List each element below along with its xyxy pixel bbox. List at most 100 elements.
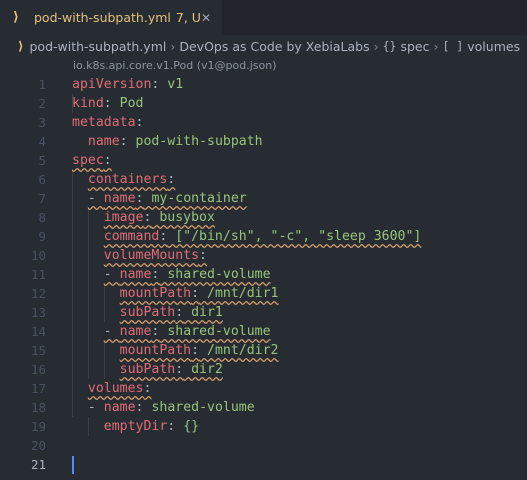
line-number: 18 (30, 400, 46, 415)
line-code: volumes: (72, 379, 152, 398)
code-line[interactable]: 18 - name: shared-volume (0, 398, 527, 417)
yaml-colon: : (199, 248, 207, 263)
yaml-file-icon: ⟩ (18, 39, 24, 53)
yaml-value: ["/bin/sh", "-c", "sleep 3600"] (167, 229, 422, 244)
yaml-value: v1 (159, 77, 184, 92)
list-dash: - (103, 324, 120, 339)
code-line[interactable]: 15 mountPath: /mnt/dir2 (0, 341, 527, 360)
tab-bar: ⟩ pod-with-subpath.yml 7, U ✕ (0, 0, 527, 35)
yaml-key: name (87, 134, 120, 149)
yaml-key: emptyDir (103, 419, 168, 434)
code-line[interactable]: 21 (0, 455, 527, 474)
line-code: - name: shared-volume (72, 398, 255, 417)
line-number: 8 (38, 210, 46, 225)
breadcrumb-schema[interactable]: DevOps as Code by XebiaLabs (179, 39, 369, 54)
yaml-key: apiVersion (72, 77, 152, 92)
line-code: name: pod-with-subpath (72, 132, 263, 151)
yaml-key: metadata (72, 115, 136, 130)
yaml-value: {} (175, 419, 200, 434)
close-icon[interactable]: ✕ (201, 11, 211, 25)
line-number: 9 (38, 229, 46, 244)
tab-problem-badge: 7, U (175, 10, 201, 25)
line-code: subPath: dir2 (72, 360, 223, 379)
list-dash: - (103, 267, 120, 282)
yaml-value: pod-with-subpath (127, 134, 263, 149)
code-line[interactable]: 17 volumes: (0, 379, 527, 398)
line-number: 7 (38, 191, 46, 206)
code-line[interactable]: 8 image: busybox (0, 208, 527, 227)
schema-codelens[interactable]: io.k8s.api.core.v1.Pod (v1@pod.json) (73, 57, 277, 75)
line-code: kind: Pod (72, 94, 143, 113)
breadcrumb-file[interactable]: pod-with-subpath.yml (29, 39, 166, 54)
code-line[interactable]: 9 command: ["/bin/sh", "-c", "sleep 3600… (0, 227, 527, 246)
code-line[interactable]: 7 - name: my-container (0, 189, 527, 208)
line-code: apiVersion: v1 (72, 75, 183, 94)
code-line[interactable]: 10 volumeMounts: (0, 246, 527, 265)
breadcrumb: ⟩ pod-with-subpath.yml › DevOps as Code … (0, 35, 527, 57)
code-line[interactable]: 3 metadata: (0, 113, 527, 132)
line-code: image: busybox (72, 208, 215, 227)
yaml-key: volumeMounts (103, 248, 200, 263)
code-line[interactable]: 14 - name: shared-volume (0, 322, 527, 341)
array-symbol-icon: [ ] (442, 39, 464, 53)
line-code: metadata: (72, 113, 143, 132)
line-code: volumeMounts: (72, 246, 207, 265)
tab-filename: pod-with-subpath.yml (34, 10, 171, 25)
chevron-right-icon: › (170, 38, 176, 54)
line-code: mountPath: /mnt/dir2 (72, 341, 279, 360)
code-editor[interactable]: 1 apiVersion: v1 2 kind: Pod 3 metadata: 4 nam… (0, 75, 527, 480)
line-code: spec: (72, 151, 112, 170)
code-line[interactable]: 1 apiVersion: v1 (0, 75, 527, 94)
code-line[interactable]: 2 kind: Pod (0, 94, 527, 113)
yaml-colon: : (191, 343, 200, 358)
yaml-colon: : (135, 115, 144, 130)
code-line[interactable]: 19 emptyDir: {} (0, 417, 527, 436)
line-number: 17 (30, 381, 46, 396)
code-line[interactable]: 6 containers: (0, 170, 527, 189)
code-line[interactable]: 5 spec: (0, 151, 527, 170)
code-line[interactable]: 12 mountPath: /mnt/dir1 (0, 284, 527, 303)
code-line[interactable]: 13 subPath: dir1 (0, 303, 527, 322)
yaml-key: image (103, 210, 144, 225)
yaml-key: subPath (119, 305, 176, 320)
yaml-colon: : (103, 153, 112, 168)
code-line[interactable]: 20 (0, 436, 527, 455)
yaml-key: subPath (119, 362, 176, 377)
code-line[interactable]: 4 name: pod-with-subpath (0, 132, 527, 151)
yaml-key: name (119, 324, 152, 339)
text-cursor (72, 456, 74, 474)
yaml-colon: : (103, 96, 112, 111)
yaml-value: dir2 (183, 362, 223, 377)
yaml-file-icon: ⟩ (13, 10, 19, 25)
yaml-value: dir1 (183, 305, 223, 320)
breadcrumb-spec[interactable]: spec (400, 39, 429, 54)
chevron-right-icon: › (433, 38, 439, 54)
line-number: 1 (38, 77, 46, 92)
yaml-value: my-container (143, 191, 247, 206)
line-number: 5 (38, 153, 46, 168)
line-number: 19 (30, 419, 46, 434)
line-number: 15 (30, 343, 46, 358)
tab-pod-with-subpath[interactable]: ⟩ pod-with-subpath.yml 7, U ✕ (0, 0, 222, 35)
line-number: 21 (30, 457, 46, 472)
yaml-value: shared-volume (143, 400, 255, 415)
code-line[interactable]: 16 subPath: dir2 (0, 360, 527, 379)
breadcrumb-volumes[interactable]: volumes (467, 39, 520, 54)
yaml-value: shared-volume (159, 267, 271, 282)
yaml-key: command (103, 229, 160, 244)
code-line[interactable]: 11 - name: shared-volume (0, 265, 527, 284)
line-number: 16 (30, 362, 46, 377)
yaml-colon: : (191, 286, 200, 301)
yaml-value: shared-volume (159, 324, 271, 339)
yaml-key: mountPath (119, 343, 192, 358)
